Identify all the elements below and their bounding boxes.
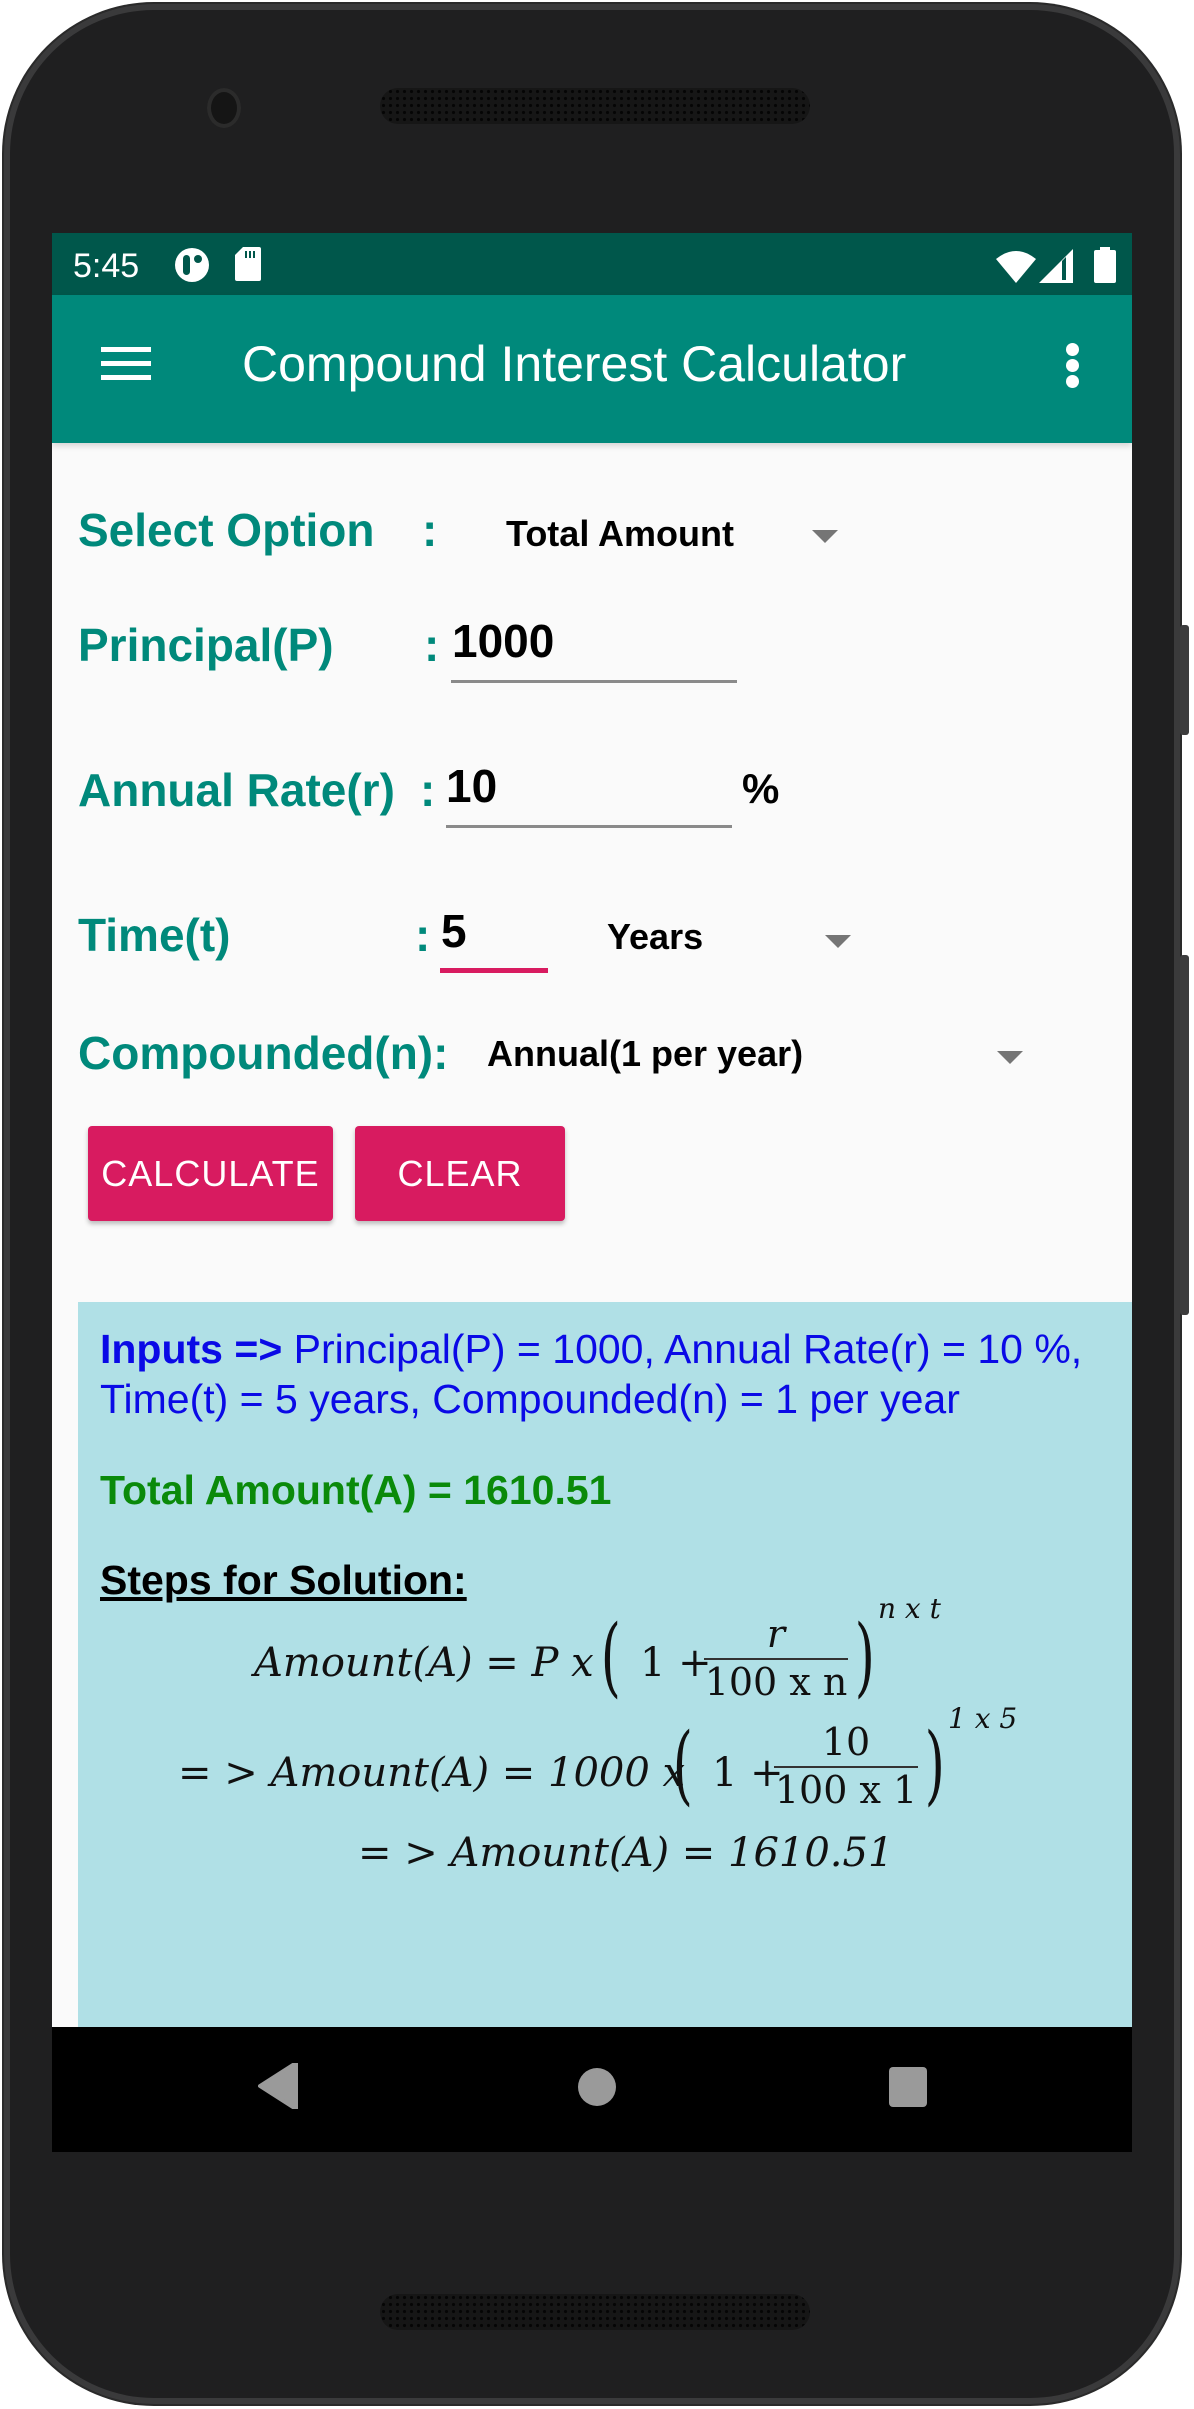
navigation-bar	[52, 2027, 1132, 2152]
data-saver-icon	[174, 247, 210, 288]
app-bar: Compound Interest Calculator	[52, 295, 1132, 443]
rate-input[interactable]	[446, 756, 726, 816]
substituted-one-plus: 1 +	[712, 1750, 784, 1796]
dropdown-arrow-icon	[825, 935, 851, 948]
back-icon[interactable]	[252, 2061, 304, 2113]
inputs-summary: Inputs => Principal(P) = 1000, Annual Ra…	[100, 1324, 1110, 1424]
substituted-close-paren: )	[924, 1715, 945, 1815]
time-unit-spinner[interactable]: Years	[607, 898, 927, 968]
front-camera	[207, 88, 241, 128]
home-icon[interactable]	[570, 2065, 624, 2112]
compounded-label: Compounded(n):	[78, 1027, 449, 1079]
clear-button[interactable]: CLEAR	[355, 1126, 565, 1221]
power-button[interactable]	[1180, 625, 1189, 735]
substituted-numerator: 10	[774, 1720, 918, 1768]
option-spinner[interactable]: Total Amount	[492, 498, 892, 568]
app-title: Compound Interest Calculator	[242, 336, 907, 392]
earpiece-speaker	[380, 88, 810, 124]
status-bar: 5:45	[52, 233, 1132, 295]
formula-numerator: r	[766, 1612, 786, 1656]
signal-icon	[1039, 249, 1073, 288]
formula-close-paren: )	[854, 1607, 875, 1707]
substituted-denominator: 100 x 1	[774, 1768, 918, 1812]
result-panel: Inputs => Principal(P) = 1000, Annual Ra…	[78, 1302, 1132, 2152]
bottom-speaker	[380, 2294, 810, 2330]
select-option-label: Select Option	[78, 504, 375, 556]
formula-fraction: r 100 x n	[704, 1612, 848, 1704]
formula-open-paren: (	[600, 1607, 621, 1707]
rate-colon: :	[420, 764, 436, 816]
formula-lhs: Amount(A) = P x	[254, 1640, 594, 1686]
formula-one-plus: 1 +	[640, 1640, 712, 1686]
wifi-icon	[996, 249, 1036, 288]
time-label: Time(t)	[78, 909, 231, 961]
total-amount-result: Total Amount(A) = 1610.51	[100, 1467, 612, 1513]
time-input[interactable]	[441, 901, 541, 961]
dropdown-arrow-icon	[812, 530, 838, 543]
volume-button[interactable]	[1180, 955, 1189, 1315]
rate-underline	[446, 825, 732, 828]
substituted-fraction: 10 100 x 1	[774, 1720, 918, 1812]
calculate-button[interactable]: CALCULATE	[88, 1126, 333, 1221]
battery-icon	[1094, 247, 1116, 288]
principal-underline	[451, 680, 737, 683]
time-colon: :	[415, 909, 431, 961]
dropdown-arrow-icon	[997, 1051, 1023, 1064]
option-spinner-value: Total Amount	[506, 513, 734, 554]
sd-card-icon	[235, 247, 261, 286]
formula-denominator: 100 x n	[704, 1660, 848, 1704]
hamburger-menu-icon[interactable]	[101, 347, 151, 383]
substituted-lhs: = > Amount(A) = 1000 x	[178, 1750, 686, 1796]
select-option-colon: :	[422, 504, 438, 556]
more-vert-icon[interactable]	[1062, 343, 1082, 393]
final-result-line: = > Amount(A) = 1610.51	[358, 1830, 894, 1876]
status-time: 5:45	[73, 247, 140, 285]
formula-exponent: n x t	[878, 1592, 941, 1625]
principal-label: Principal(P)	[78, 619, 334, 671]
principal-colon: :	[424, 619, 440, 671]
screen: 5:45 Compound Interest Calculator Select…	[52, 233, 1132, 2152]
principal-input[interactable]	[452, 611, 732, 671]
substituted-open-paren: (	[672, 1715, 693, 1815]
steps-title: Steps for Solution:	[100, 1557, 467, 1603]
rate-percent-suffix: %	[742, 765, 780, 812]
recents-icon[interactable]	[882, 2065, 934, 2112]
time-underline-focused	[440, 968, 548, 973]
compounded-spinner[interactable]: Annual(1 per year)	[472, 1018, 1072, 1088]
time-unit-value: Years	[607, 916, 704, 957]
inputs-prefix: Inputs =>	[100, 1326, 283, 1372]
rate-label: Annual Rate(r)	[78, 764, 395, 816]
substituted-exponent: 1 x 5	[948, 1702, 1018, 1735]
compounded-value: Annual(1 per year)	[487, 1033, 804, 1074]
